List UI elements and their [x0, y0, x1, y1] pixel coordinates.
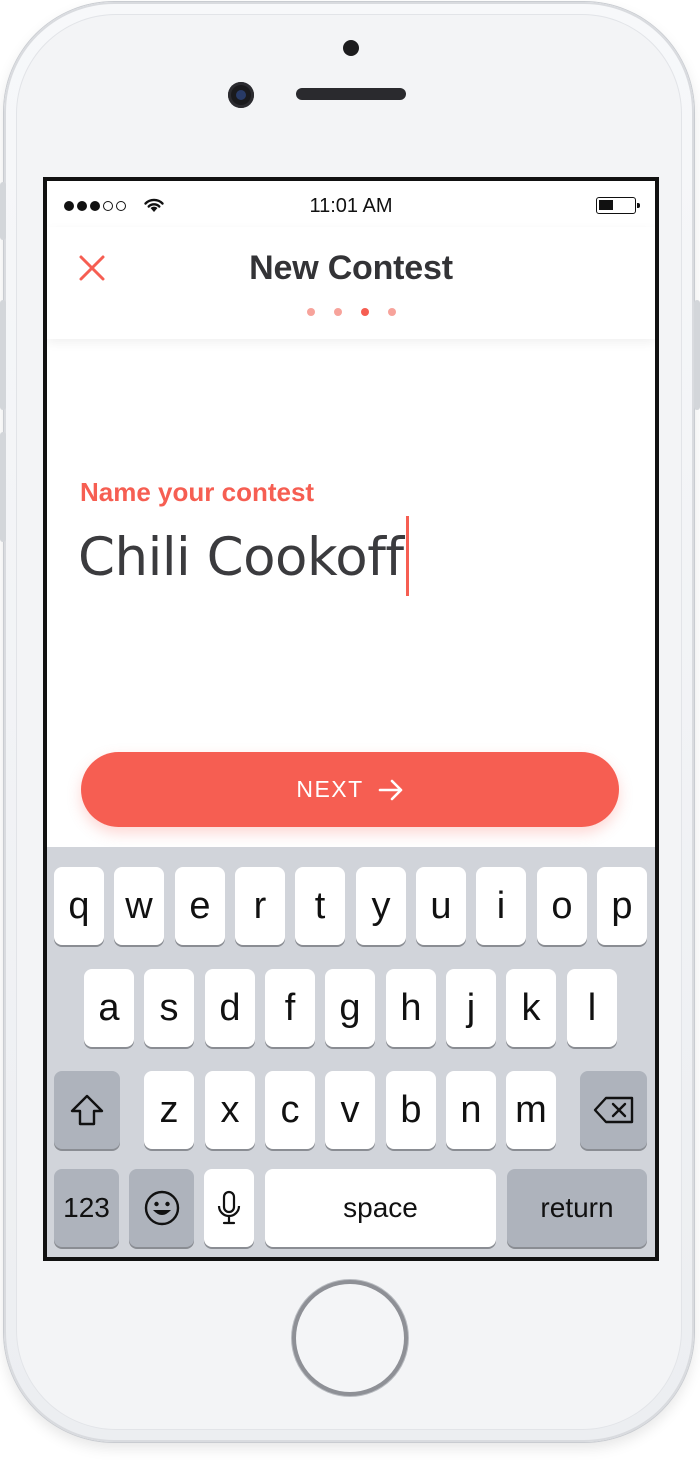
key-c[interactable]: c: [265, 1071, 315, 1149]
key-g[interactable]: g: [325, 969, 375, 1047]
step-dot: [334, 308, 342, 316]
volume-up-button: [0, 300, 6, 410]
key-t[interactable]: t: [295, 867, 345, 945]
key-e[interactable]: e: [175, 867, 225, 945]
keyboard: q w e r t y u i o p a s d f g h j k l z …: [47, 847, 655, 1257]
step-indicator: [307, 308, 396, 316]
battery-icon: [596, 197, 640, 214]
key-i[interactable]: i: [476, 867, 526, 945]
contest-name-input[interactable]: Chili Cookoff: [78, 513, 618, 603]
step-dot: [388, 308, 396, 316]
dictation-key[interactable]: [204, 1169, 254, 1247]
key-j[interactable]: j: [446, 969, 496, 1047]
microphone-icon: [217, 1190, 241, 1225]
key-k[interactable]: k: [506, 969, 556, 1047]
status-bar: 11:01 AM: [47, 181, 655, 227]
emoji-key[interactable]: [129, 1169, 194, 1247]
key-w[interactable]: w: [114, 867, 164, 945]
next-button[interactable]: NEXT: [81, 752, 619, 827]
key-d[interactable]: d: [205, 969, 255, 1047]
key-q[interactable]: q: [54, 867, 104, 945]
screen: 11:01 AM New Contest Name your contest C…: [43, 177, 659, 1261]
arrow-right-icon: [378, 779, 402, 800]
contest-name-label: Name your contest: [80, 477, 315, 507]
key-u[interactable]: u: [416, 867, 466, 945]
nav-header: New Contest: [47, 227, 655, 339]
text-caret: [405, 516, 409, 597]
key-n[interactable]: n: [446, 1071, 496, 1149]
key-r[interactable]: r: [235, 867, 285, 945]
key-m[interactable]: m: [506, 1071, 556, 1149]
key-b[interactable]: b: [386, 1071, 436, 1149]
step-dot: [307, 308, 315, 316]
numbers-key[interactable]: 123: [54, 1169, 119, 1247]
key-z[interactable]: z: [144, 1071, 194, 1149]
key-l[interactable]: l: [567, 969, 617, 1047]
key-v[interactable]: v: [325, 1071, 375, 1149]
key-s[interactable]: s: [144, 969, 194, 1047]
emoji-icon: [144, 1190, 179, 1226]
key-y[interactable]: y: [356, 867, 406, 945]
key-p[interactable]: p: [597, 867, 647, 945]
shift-key[interactable]: [54, 1071, 120, 1149]
key-f[interactable]: f: [265, 969, 315, 1047]
key-o[interactable]: o: [537, 867, 587, 945]
space-key[interactable]: space: [265, 1169, 496, 1247]
shift-icon: [70, 1094, 104, 1126]
backspace-icon: [593, 1096, 633, 1124]
key-x[interactable]: x: [205, 1071, 255, 1149]
return-key[interactable]: return: [507, 1169, 647, 1247]
proximity-sensor: [343, 40, 359, 56]
app-display: 11:01 AM New Contest Name your contest C…: [47, 181, 655, 1257]
earpiece-speaker: [296, 88, 406, 100]
contest-name-value: Chili Cookoff: [78, 527, 404, 588]
power-button: [694, 300, 700, 410]
status-time: 11:01 AM: [309, 195, 393, 217]
page-title: New Contest: [249, 249, 453, 287]
step-dot-active: [361, 308, 369, 316]
next-button-label: NEXT: [296, 776, 364, 802]
front-camera-icon: [228, 82, 254, 108]
mute-switch: [0, 182, 6, 240]
key-h[interactable]: h: [386, 969, 436, 1047]
delete-key[interactable]: [580, 1071, 647, 1149]
volume-down-button: [0, 432, 6, 542]
home-button[interactable]: [296, 1284, 404, 1392]
key-a[interactable]: a: [84, 969, 134, 1047]
